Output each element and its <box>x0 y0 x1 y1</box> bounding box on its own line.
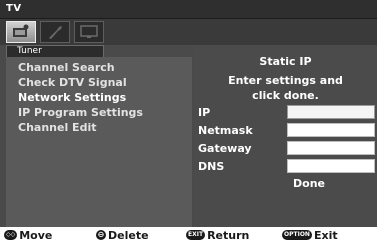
hint-return-label: Return <box>207 228 250 242</box>
netmask-input[interactable] <box>287 123 375 137</box>
menu-item-check-dtv-signal[interactable]: Check DTV Signal <box>18 76 127 89</box>
option-key-icon: OPTION <box>282 230 312 240</box>
dns-label: DNS <box>198 160 225 173</box>
tv-settings-icon <box>13 24 29 37</box>
hint-exit-label: Exit <box>313 228 338 242</box>
menu-item-channel-edit[interactable]: Channel Edit <box>18 121 96 134</box>
panel-instruction-line-1: Enter settings and <box>228 74 343 87</box>
footer-hints: ◇◇ Move ⊖ Delete EXIT Return OPTION Exit <box>0 227 377 242</box>
hint-delete: ⊖ Delete <box>96 228 149 242</box>
menu-header-label: Tuner <box>17 46 42 56</box>
static-ip-panel: Static IP Enter settings and click done.… <box>194 45 377 227</box>
screen-icon <box>80 25 98 38</box>
panel-instruction-line-2: click done. <box>252 89 319 102</box>
tuner-menu: Channel Search Check DTV Signal Network … <box>6 57 192 227</box>
ip-input[interactable] <box>287 105 375 119</box>
tv-screen: TV Tuner Channel Search Check DTV Signal <box>0 0 377 242</box>
title-bar: TV <box>0 0 377 19</box>
exit-key-icon: EXIT <box>186 230 206 240</box>
done-button[interactable]: Done <box>274 177 344 193</box>
hint-move-label: Move <box>19 228 53 242</box>
ip-label: IP <box>198 106 211 119</box>
minus-circle-icon: ⊖ <box>96 230 106 240</box>
hint-exit: OPTION Exit <box>282 228 338 242</box>
navigate-icon: ◇◇ <box>4 230 18 240</box>
hint-return: EXIT Return <box>186 228 250 242</box>
tab-picture[interactable] <box>74 21 104 43</box>
menu-item-ip-program-settings[interactable]: IP Program Settings <box>18 106 143 119</box>
gateway-label: Gateway <box>198 142 252 155</box>
tab-setup[interactable] <box>40 21 70 43</box>
gateway-input[interactable] <box>287 141 375 155</box>
tab-tv-settings[interactable] <box>6 21 36 43</box>
hint-move: ◇◇ Move <box>4 228 53 242</box>
hint-delete-label: Delete <box>108 228 149 242</box>
category-tab-bar <box>0 19 377 45</box>
panel-title: Static IP <box>259 55 312 68</box>
wrench-icon <box>49 26 62 39</box>
window-title: TV <box>6 3 22 14</box>
netmask-label: Netmask <box>198 124 253 137</box>
menu-item-network-settings[interactable]: Network Settings <box>18 91 126 104</box>
menu-item-channel-search[interactable]: Channel Search <box>18 61 115 74</box>
dns-input[interactable] <box>287 159 375 173</box>
